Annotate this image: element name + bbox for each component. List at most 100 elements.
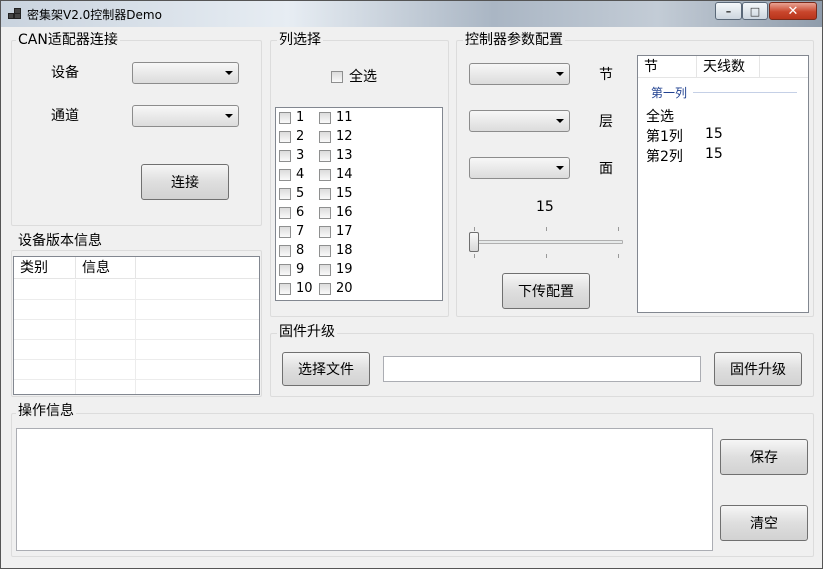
save-button[interactable]: 保存 [720, 439, 808, 475]
list-item[interactable]: 第2列 [646, 146, 683, 166]
chevron-down-icon [556, 166, 564, 170]
section-label: 节 [599, 67, 613, 83]
column-checkbox-1[interactable] [279, 112, 291, 124]
slider-track[interactable] [471, 240, 623, 244]
column-header-antenna-count[interactable]: 天线数 [697, 56, 760, 78]
column-checkbox-15[interactable] [319, 188, 331, 200]
column-checkbox-11[interactable] [319, 112, 331, 124]
list-item-value: 15 [705, 126, 723, 142]
firmware-group-title: 固件升级 [277, 324, 337, 340]
column-checkbox-19[interactable] [319, 264, 331, 276]
table-row [14, 380, 259, 394]
select-file-button[interactable]: 选择文件 [282, 352, 370, 386]
table-row [14, 280, 259, 300]
maximize-button[interactable]: □ [742, 2, 768, 20]
column-checkbox-label: 12 [336, 129, 353, 144]
column-checkbox-label: 8 [296, 243, 305, 258]
column-header-section[interactable]: 节 [638, 56, 697, 78]
clear-button[interactable]: 清空 [720, 505, 808, 541]
column-checkbox-2[interactable] [279, 131, 291, 143]
minimize-button[interactable]: – [715, 2, 742, 20]
slider-thumb[interactable] [469, 232, 479, 252]
file-path-input[interactable] [383, 356, 701, 382]
layer-combo[interactable] [469, 110, 570, 132]
minimize-icon: – [725, 4, 732, 18]
close-icon: ✕ [787, 3, 799, 19]
list-item-value: 15 [705, 146, 723, 162]
table-row [14, 300, 259, 320]
firmware-upgrade-button[interactable]: 固件升级 [714, 352, 802, 386]
chevron-down-icon [225, 71, 233, 75]
antenna-list[interactable]: 节 天线数 第一列 全选 第1列 15 第2列 15 [637, 55, 809, 313]
column-checkbox-label: 11 [336, 110, 353, 125]
column-checkbox-label: 1 [296, 110, 305, 125]
list-item[interactable]: 第1列 [646, 126, 683, 146]
column-header-info[interactable]: 信息 [76, 257, 136, 279]
column-checkbox-3[interactable] [279, 150, 291, 162]
column-checkbox-12[interactable] [319, 131, 331, 143]
version-info-group-title: 设备版本信息 [16, 233, 104, 249]
chevron-down-icon [556, 72, 564, 76]
operation-info-group-title: 操作信息 [16, 403, 76, 419]
list-group-header: 第一列 [651, 86, 688, 100]
column-checkbox-label: 19 [336, 262, 353, 277]
column-checkbox-17[interactable] [319, 226, 331, 238]
column-checkbox-label: 18 [336, 243, 353, 258]
column-checkbox-9[interactable] [279, 264, 291, 276]
column-checkbox-label: 7 [296, 224, 305, 239]
list-item[interactable]: 全选 [646, 106, 674, 126]
connect-button[interactable]: 连接 [141, 164, 229, 200]
version-info-list[interactable]: 类别 信息 [13, 256, 260, 395]
column-checkbox-6[interactable] [279, 207, 291, 219]
column-checkbox-label: 4 [296, 167, 305, 182]
title-bar[interactable]: 密集架V2.0控制器Demo – □ ✕ [1, 1, 822, 27]
operation-log[interactable] [16, 428, 713, 551]
section-combo[interactable] [469, 63, 570, 85]
column-checkbox-7[interactable] [279, 226, 291, 238]
select-all-checkbox[interactable] [331, 71, 343, 83]
column-checkbox-label: 16 [336, 205, 353, 220]
column-checkbox-14[interactable] [319, 169, 331, 181]
column-checkbox-20[interactable] [319, 283, 331, 295]
can-adapter-group-title: CAN适配器连接 [16, 32, 120, 48]
column-checkbox-18[interactable] [319, 245, 331, 257]
column-checkbox-label: 20 [336, 281, 353, 296]
column-checkbox-label: 9 [296, 262, 305, 277]
column-header-category[interactable]: 类别 [14, 257, 76, 279]
layer-label: 层 [599, 114, 613, 130]
device-combo[interactable] [132, 62, 239, 84]
maximize-icon: □ [749, 4, 761, 18]
app-icon [8, 8, 22, 20]
chevron-down-icon [225, 114, 233, 118]
device-label: 设备 [51, 65, 79, 81]
column-checkbox-10[interactable] [279, 283, 291, 295]
group-divider [693, 92, 797, 93]
slider-value-label: 15 [536, 199, 554, 215]
column-checkbox-4[interactable] [279, 169, 291, 181]
channel-combo[interactable] [132, 105, 239, 127]
column-checkbox-label: 14 [336, 167, 353, 182]
chevron-down-icon [556, 119, 564, 123]
column-checkbox-16[interactable] [319, 207, 331, 219]
controller-config-group-title: 控制器参数配置 [463, 32, 565, 48]
column-checkbox-5[interactable] [279, 188, 291, 200]
face-combo[interactable] [469, 157, 570, 179]
select-all-label: 全选 [349, 69, 377, 85]
column-checkbox-label: 10 [296, 281, 313, 296]
column-checkbox-label: 2 [296, 129, 305, 144]
column-checkbox-label: 3 [296, 148, 305, 163]
column-checkbox-8[interactable] [279, 245, 291, 257]
download-config-button[interactable]: 下传配置 [502, 273, 590, 309]
close-button[interactable]: ✕ [769, 2, 817, 20]
main-window: 密集架V2.0控制器Demo – □ ✕ CAN适配器连接 设备 通道 连接 设… [0, 0, 823, 569]
face-label: 面 [599, 161, 613, 177]
version-list-header: 类别 信息 [14, 257, 259, 279]
column-checkbox-label: 6 [296, 205, 305, 220]
column-checkbox-label: 17 [336, 224, 353, 239]
antenna-list-header: 节 天线数 [638, 56, 808, 78]
table-row [14, 340, 259, 360]
table-row [14, 360, 259, 380]
column-checkbox-13[interactable] [319, 150, 331, 162]
column-checkbox-label: 13 [336, 148, 353, 163]
column-select-group-title: 列选择 [277, 32, 323, 48]
